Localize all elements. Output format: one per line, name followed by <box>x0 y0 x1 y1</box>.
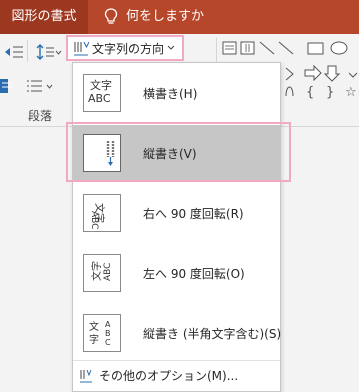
svg-text:字: 字 <box>89 333 99 346</box>
group-label-paragraph: 段落 <box>28 109 53 123</box>
line-spacing-icon[interactable] <box>36 44 62 60</box>
rotate-left-90-icon: 文字 ABC <box>83 254 121 292</box>
tell-me-search[interactable]: 何をしますか <box>104 0 204 34</box>
menu-item-label: 縦書き (半角文字含む)(S) <box>143 326 282 341</box>
more-options-label: その他のオプション(M)... <box>99 369 239 383</box>
menu-item-stacked[interactable]: 文 字 A B C 縦書き (半角文字含む)(S) <box>73 305 282 361</box>
svg-text:ABC: ABC <box>89 211 99 229</box>
menu-item-label: 左へ 90 度回転(O) <box>143 266 245 281</box>
tell-me-label: 何をしますか <box>126 9 205 24</box>
svg-text:B: B <box>105 329 111 338</box>
decrease-indent-icon[interactable] <box>4 44 24 60</box>
tab-shape-format[interactable]: 図形の書式 <box>0 0 88 34</box>
text-direction-icon <box>74 41 89 56</box>
columns-icon[interactable] <box>26 78 56 94</box>
lightbulb-icon <box>104 8 118 24</box>
stacked-text-icon: 文 字 A B C <box>83 314 121 352</box>
selection-highlight-outline <box>66 122 291 182</box>
ribbon-separator <box>27 40 28 62</box>
chevron-down-icon <box>167 45 175 50</box>
svg-text:文字: 文字 <box>90 261 103 281</box>
svg-text:文: 文 <box>89 320 99 333</box>
svg-text:C: C <box>105 338 111 347</box>
shape-star: ☆ <box>345 85 357 100</box>
align-text-icon[interactable] <box>0 78 14 94</box>
menu-item-label: 横書き(H) <box>143 86 198 101</box>
text-direction-menu: 文字 ABC 横書き(H) 縦書き(V) 文字 ABC 右へ 90 度回転(R) <box>72 62 281 392</box>
svg-text:A: A <box>105 320 111 329</box>
menu-item-rotate-left[interactable]: 文字 ABC 左へ 90 度回転(O) <box>73 245 280 301</box>
shape-brace-open: { <box>306 85 314 100</box>
menu-item-label: 右へ 90 度回転(R) <box>143 206 244 221</box>
menu-separator <box>73 360 280 361</box>
more-options-item[interactable]: その他のオプション(M)... <box>79 367 238 384</box>
text-direction-options-icon <box>80 369 92 382</box>
text-direction-button[interactable]: 文字列の方向 <box>66 35 184 61</box>
horizontal-text-icon: 文字 ABC <box>83 74 121 112</box>
shape-brace-close: } <box>326 85 334 100</box>
text-direction-label: 文字列の方向 <box>92 41 165 56</box>
rotate-right-90-icon: 文字 ABC <box>83 194 121 232</box>
menu-item-rotate-right[interactable]: 文字 ABC 右へ 90 度回転(R) <box>73 185 280 241</box>
menu-item-horizontal[interactable]: 文字 ABC 横書き(H) <box>73 65 280 121</box>
svg-text:ABC: ABC <box>103 263 113 281</box>
